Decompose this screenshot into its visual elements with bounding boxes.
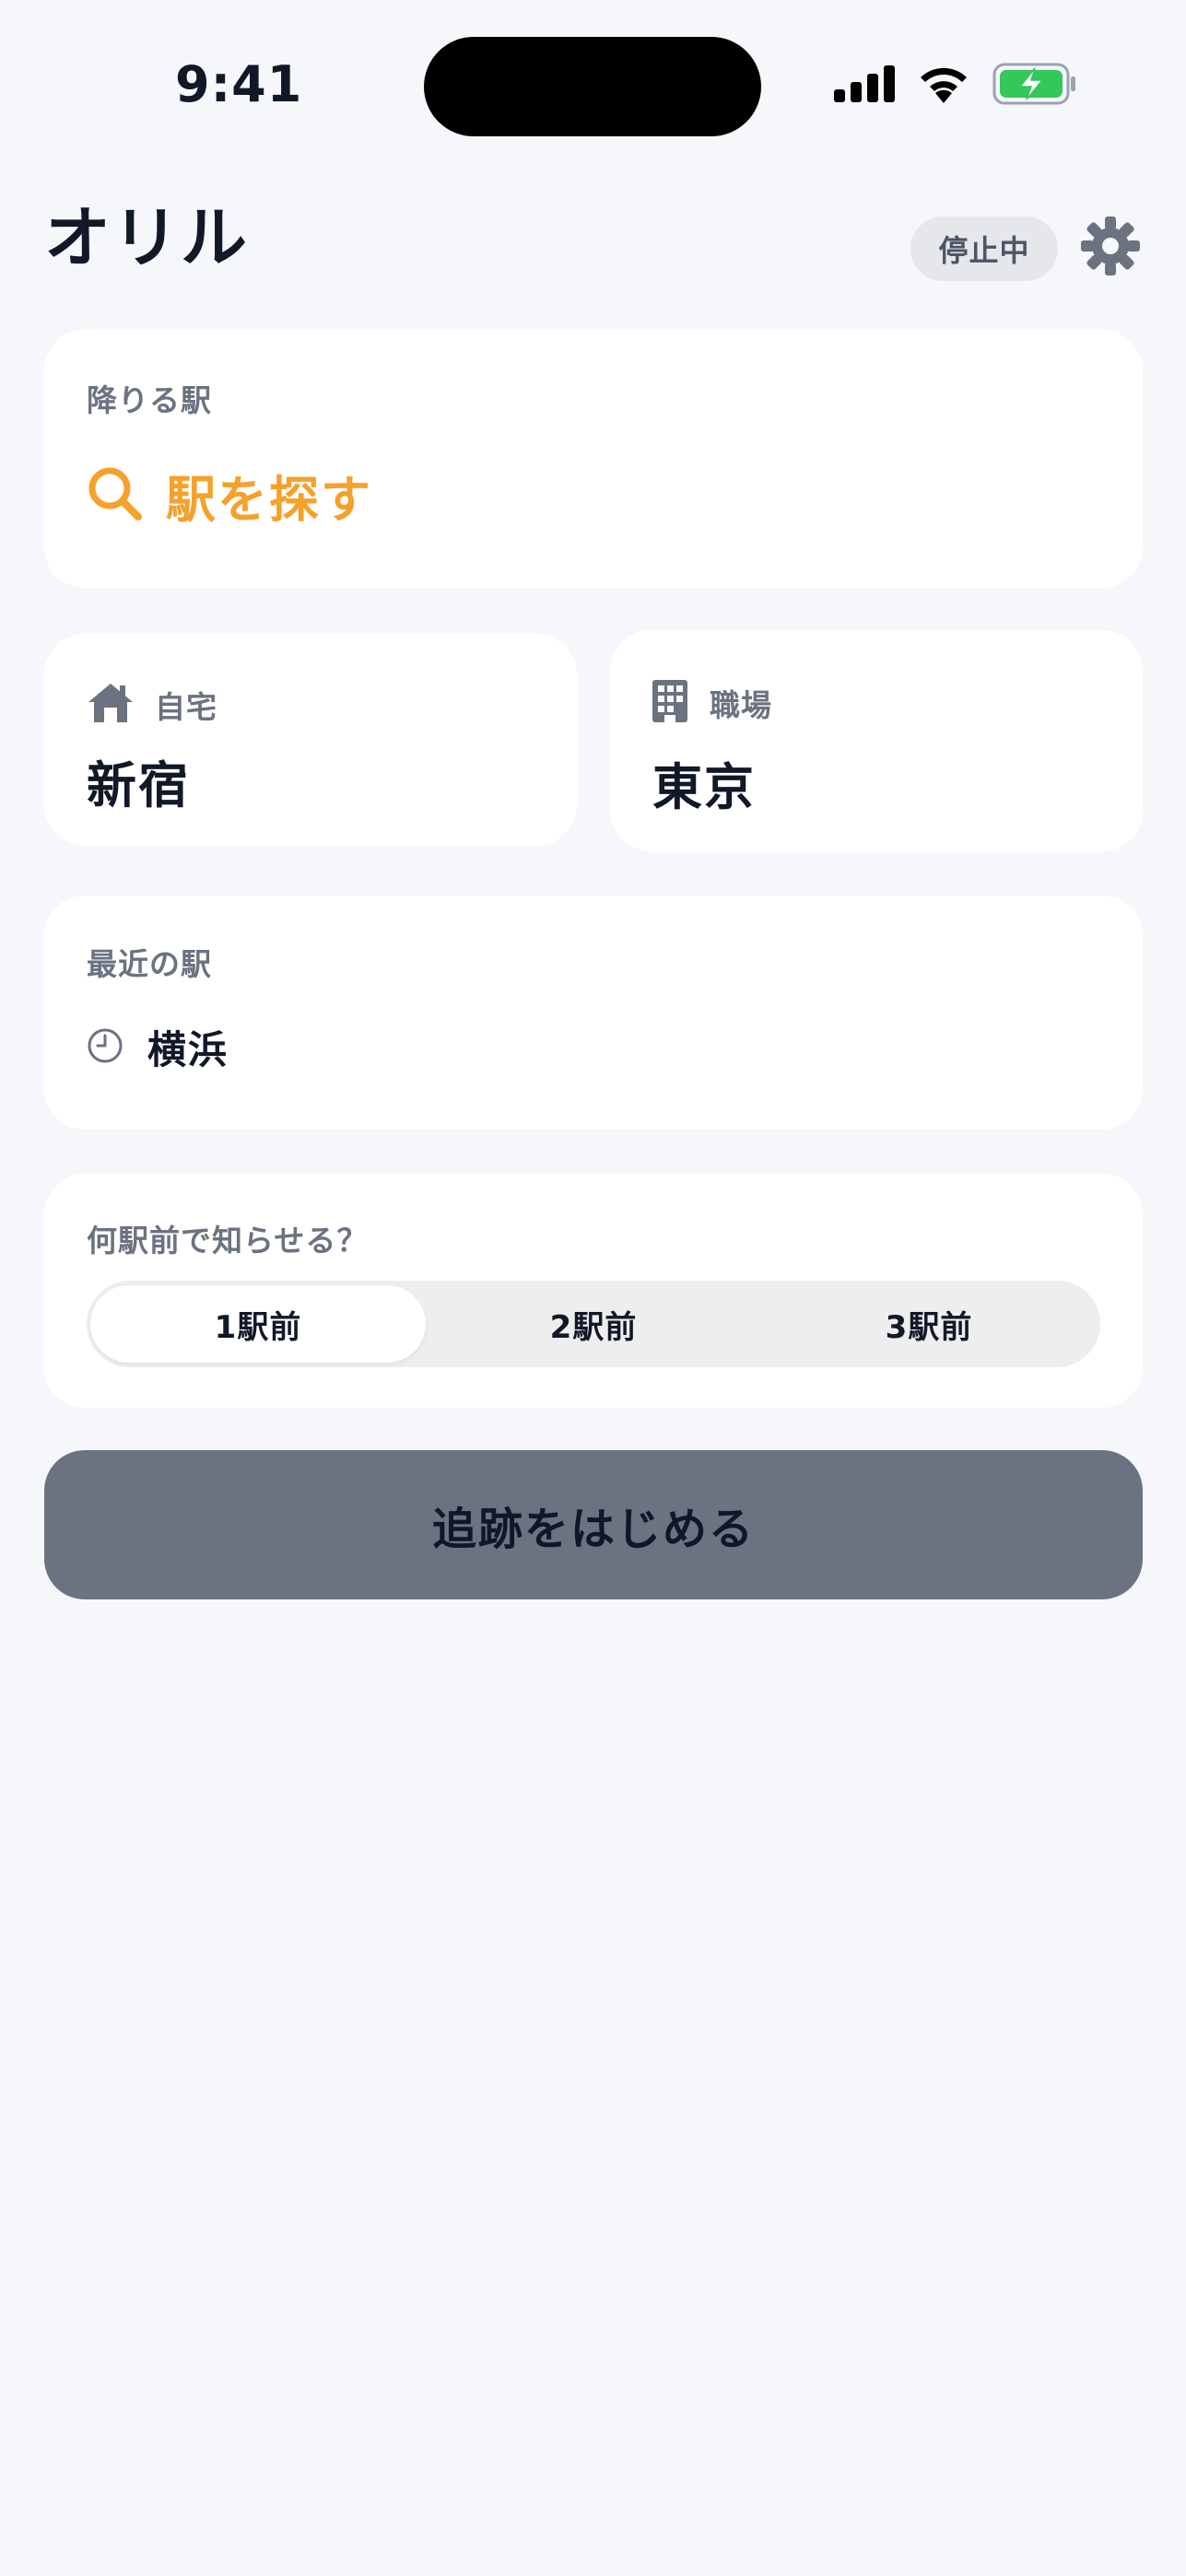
gear-icon [1081,217,1140,279]
dynamic-island [424,37,761,136]
building-icon [651,678,689,728]
destination-label: 降りる駅 [87,382,212,418]
app-title: オリル [44,199,250,276]
battery-charging-icon [992,63,1077,109]
status-time: 9:41 [175,55,303,113]
start-tracking-button[interactable]: 追跡をはじめる [44,1450,1143,1599]
house-icon [87,682,135,728]
home-header: 自宅 [87,682,217,728]
find-station-button[interactable]: 駅を探す [87,459,372,532]
clock-icon [87,1027,123,1068]
notify-segmented-control: 1駅前 2駅前 3駅前 [87,1281,1100,1367]
settings-button[interactable] [1080,217,1141,278]
cellular-signal-icon [834,65,895,106]
home-station-card[interactable]: 自宅 新宿 [44,634,577,846]
work-station-card[interactable]: 職場 東京 [610,630,1143,851]
notify-timing-card: 何駅前で知らせる？ 1駅前 2駅前 3駅前 [44,1174,1143,1408]
recent-stations-label: 最近の駅 [87,946,212,982]
work-header: 職場 [651,678,772,728]
search-icon [87,465,144,526]
segment-3-stations[interactable]: 3駅前 [761,1285,1097,1363]
destination-card: 降りる駅 駅を探す [44,330,1143,588]
tracking-status-badge: 停止中 [910,217,1058,281]
notify-timing-label: 何駅前で知らせる？ [87,1223,369,1259]
home-station-name: 新宿 [87,756,190,814]
recent-stations-card: 最近の駅 横浜 [44,896,1143,1130]
wifi-icon [917,64,970,107]
segment-2-stations[interactable]: 2駅前 [426,1285,761,1363]
find-station-label: 駅を探す [166,471,372,529]
status-icons [834,63,1077,109]
recent-station-item[interactable]: 横浜 [87,1019,229,1075]
home-label: 自宅 [155,689,217,725]
work-label: 職場 [710,687,772,723]
work-station-name: 東京 [652,758,756,816]
status-bar: 9:41 [0,0,1186,157]
segment-1-station[interactable]: 1駅前 [90,1285,426,1363]
recent-station-name: 横浜 [147,1027,229,1072]
